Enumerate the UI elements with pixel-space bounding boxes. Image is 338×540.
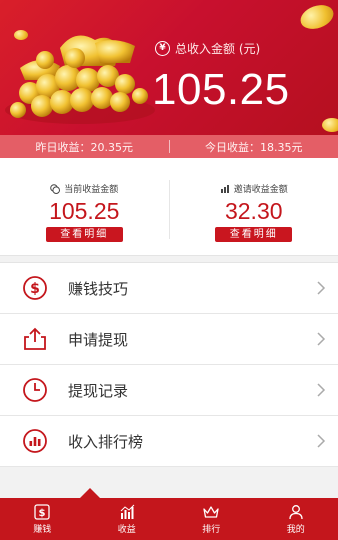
bars-icon [120,504,135,519]
menu-item-label: 申请提现 [68,330,129,349]
tab-ranking[interactable]: 排行 [169,498,254,540]
bar-chart-icon [220,184,229,193]
invite-earnings-detail-button[interactable]: 查看明细 [215,227,293,242]
current-earnings-header: 当前收益金额 [50,182,118,195]
daily-earnings-bar: 昨日收益：20.35元 今日收益：18.35元 [0,135,338,158]
invite-earnings-label: 邀请收益金额 [233,185,288,195]
menu-item-earning-tips[interactable]: $ 赚钱技巧 [0,263,338,314]
yesterday-earnings: 昨日收益：20.35元 [35,140,134,154]
dollar-circle-icon: $ [23,276,47,300]
gold-coin-decoration [322,118,338,132]
gold-coin-decoration [297,0,337,34]
gold-coin-decoration [14,30,28,40]
menu-item-label: 提现记录 [68,381,129,400]
invite-earnings-value: 32.30 [224,198,283,224]
invite-earnings-header: 邀请收益金额 [220,182,288,195]
menu-item-withdrawal-records[interactable]: 提现记录 [0,365,338,416]
svg-text:$: $ [39,508,46,519]
tab-income[interactable]: 收益 [85,498,170,540]
chevron-right-icon [317,383,326,397]
current-earnings-card: 当前收益金额 105.25 查看明细 [0,158,169,255]
bottom-tab-bar: $ 赚钱 收益 排行 我的 [0,488,338,540]
chevron-right-icon [317,434,326,448]
invite-earnings-card: 邀请收益金额 32.30 查看明细 [170,158,338,255]
tab-mine[interactable]: 我的 [254,498,338,540]
share-upload-icon [24,327,46,350]
coins-icon [50,183,61,194]
menu-item-income-ranking[interactable]: 收入排行榜 [0,416,338,467]
current-earnings-label: 当前收益金额 [64,185,119,195]
menu-list: $ 赚钱技巧 申请提现 提现记录 收入排行榜 [0,262,338,467]
total-income-label: 总收入金额 (元) [175,42,261,56]
menu-item-label: 收入排行榜 [68,432,144,451]
dollar-icon: $ [34,503,50,520]
tab-earn[interactable]: $ 赚钱 [0,498,85,540]
menu-item-apply-withdrawal[interactable]: 申请提现 [0,314,338,365]
bar-chart-circle-icon [23,429,47,453]
tab-label: 赚钱 [33,524,52,535]
header-banner: ¥ 总收入金额 (元) 105.25 [0,0,338,135]
crown-icon [203,505,219,518]
total-income-value: 105.25 [152,65,290,114]
tab-label: 排行 [202,524,221,535]
tab-label: 收益 [117,524,136,535]
menu-item-label: 赚钱技巧 [68,279,129,298]
tab-label: 我的 [286,524,305,535]
yen-icon: ¥ [155,41,170,56]
chevron-right-icon [317,281,326,295]
clock-icon [23,378,47,402]
today-earnings: 今日收益：18.35元 [205,140,303,154]
current-earnings-value: 105.25 [49,198,120,224]
svg-text:$: $ [30,281,40,297]
person-icon [289,504,303,519]
earnings-summary-panel: 当前收益金额 105.25 查看明细 邀请收益金额 32.30 查看明细 [0,158,338,256]
chevron-right-icon [317,332,326,346]
current-earnings-detail-button[interactable]: 查看明细 [45,227,123,242]
total-income-label-row: ¥ 总收入金额 (元) [155,40,260,57]
active-tab-indicator [80,488,100,498]
